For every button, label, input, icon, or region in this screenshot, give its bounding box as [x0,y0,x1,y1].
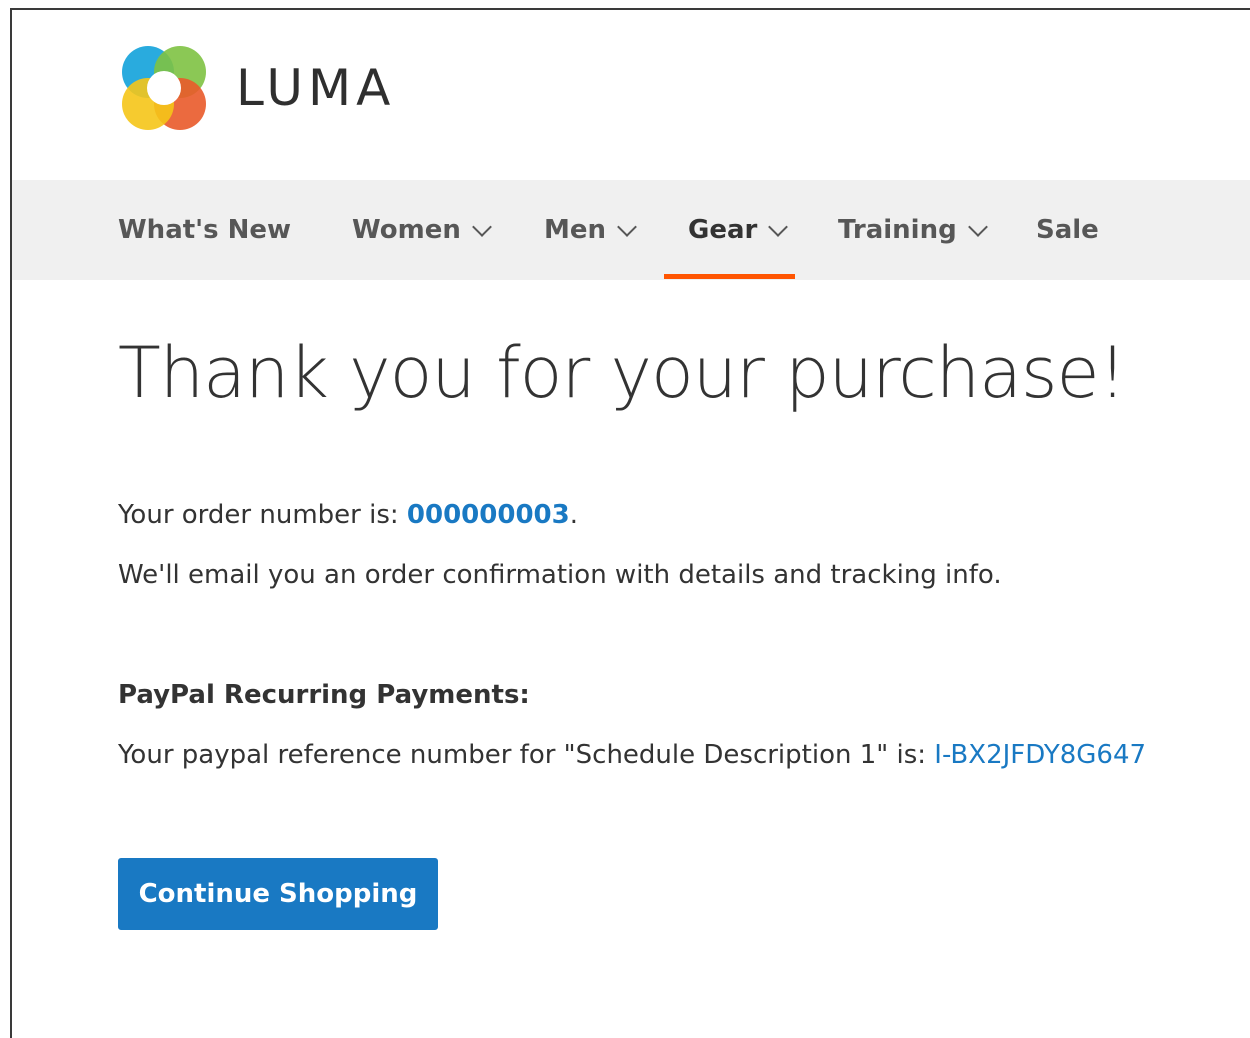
nav-item-training[interactable]: Training [838,180,988,280]
paypal-reference-line: Your paypal reference number for "Schedu… [118,740,1146,770]
nav-item-label: What's New [118,215,292,245]
main-navigation: What's New Women Men Gear Training Sale [12,180,1250,280]
chevron-down-icon [471,217,492,237]
page-title: Thank you for your purchase! [118,332,1127,414]
nav-item-sale[interactable]: Sale [1036,180,1099,280]
order-number-prefix: Your order number is: [118,500,407,530]
nav-item-label: Men [544,215,607,245]
continue-shopping-button[interactable]: Continue Shopping [118,858,438,930]
nav-item-gear[interactable]: Gear [688,180,789,280]
order-number-line: Your order number is: 000000003. [118,500,578,530]
order-number-link[interactable]: 000000003 [407,500,570,530]
nav-item-label: Training [838,215,957,245]
paypal-reference-link[interactable]: I-BX2JFDY8G647 [934,740,1146,770]
nav-item-women[interactable]: Women [352,180,492,280]
email-notice: We'll email you an order confirmation wi… [118,560,1002,590]
chevron-down-icon [967,217,988,237]
nav-item-label: Sale [1036,215,1099,245]
paypal-reference-text: Your paypal reference number for "Schedu… [118,740,935,770]
nav-item-label: Women [352,215,461,245]
active-nav-indicator [664,274,795,279]
nav-item-whats-new[interactable]: What's New [118,180,291,280]
chevron-down-icon [768,217,789,237]
order-number-suffix: . [569,500,578,530]
page-frame: LUMA What's New Women Men Gear Training … [10,8,1250,1038]
nav-item-men[interactable]: Men [544,180,637,280]
brand-name: LUMA [236,59,396,117]
header: LUMA [12,10,1250,180]
luma-logo-icon [122,46,206,130]
chevron-down-icon [617,217,637,237]
paypal-heading: PayPal Recurring Payments: [118,680,530,710]
luma-logo[interactable]: LUMA [118,42,395,134]
nav-item-label: Gear [688,215,758,245]
